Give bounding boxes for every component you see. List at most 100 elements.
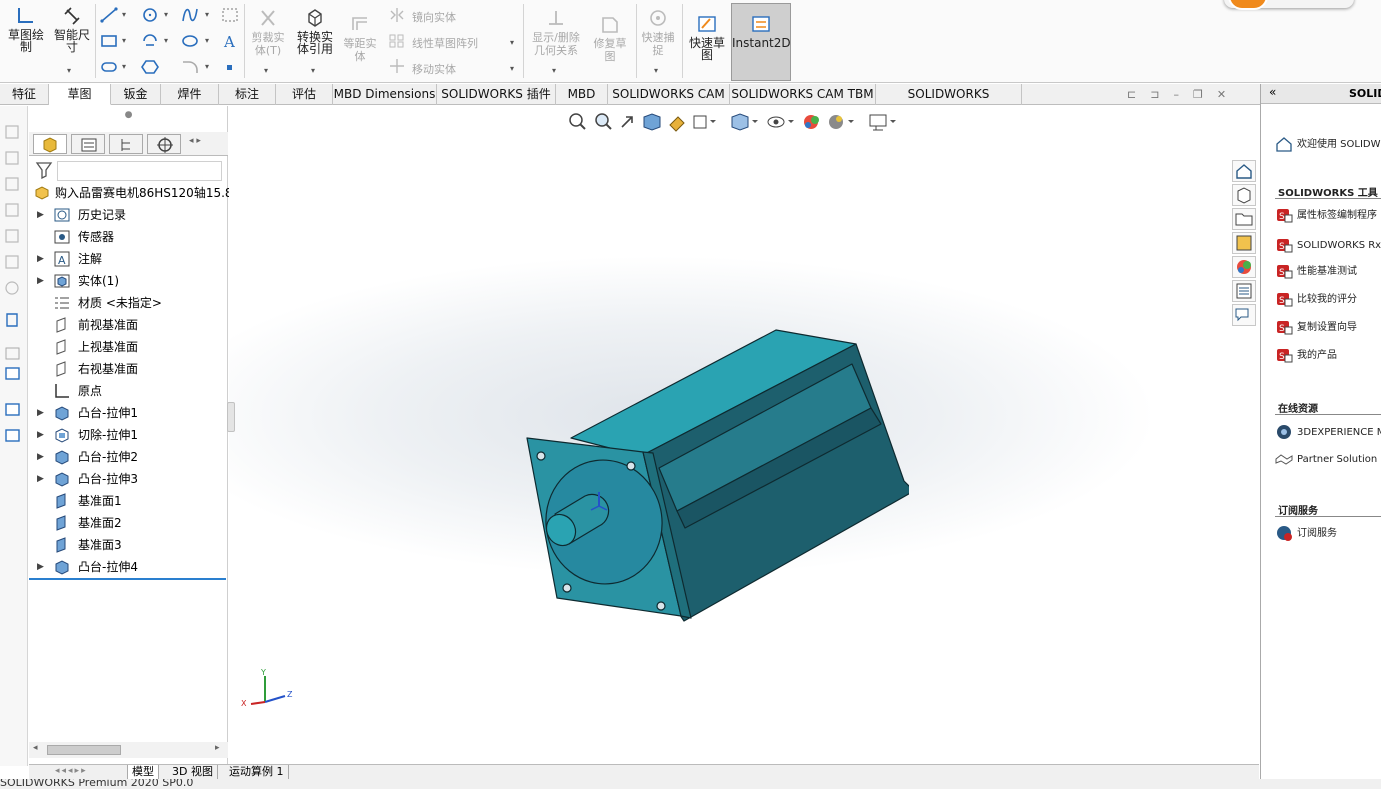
partner-solutions-link[interactable]: Partner Solution <box>1275 451 1377 468</box>
polygon-icon[interactable] <box>141 59 159 75</box>
tab-3d-view[interactable]: 3D 视图 <box>168 765 218 779</box>
tab-sheet-metal[interactable]: 钣金 <box>111 84 161 105</box>
appearances-tab[interactable] <box>1232 256 1256 278</box>
collapse-pane-icon[interactable]: « <box>1269 85 1276 99</box>
point-icon[interactable] <box>221 59 239 75</box>
tree-item[interactable]: ▶ 凸台-拉伸4 <box>29 556 228 578</box>
tree-item[interactable]: ▶ A 注解 <box>29 248 228 270</box>
mirror-label[interactable]: 镜向实体 <box>412 9 456 25</box>
tab-mbd-dimensions[interactable]: MBD Dimensions <box>333 84 437 105</box>
tree-item[interactable]: 原点 <box>29 380 228 402</box>
graphics-area[interactable]: Y Z X <box>227 106 1259 764</box>
tile-right-icon[interactable]: ⊐ <box>1150 88 1159 101</box>
line-icon[interactable] <box>100 7 118 23</box>
close-icon[interactable]: ✕ <box>1217 88 1226 101</box>
tree-item[interactable]: 前视基准面 <box>29 314 228 336</box>
left-toolbar-icons[interactable] <box>4 124 22 344</box>
tree-item[interactable]: 基准面3 <box>29 534 228 556</box>
scroll-thumb[interactable] <box>47 745 121 755</box>
spline-icon[interactable] <box>181 7 199 23</box>
expand-arrow-icon[interactable]: ▶ <box>37 402 44 424</box>
instant2d-button[interactable]: Instant2D <box>731 3 791 81</box>
tab-weldments[interactable]: 焊件 <box>161 84 219 105</box>
expand-arrow-icon[interactable]: ▶ <box>37 248 44 270</box>
smart-dimension-dropdown[interactable]: ▾ <box>67 66 71 75</box>
tree-horizontal-scrollbar[interactable]: ◂ ▸ <box>29 742 228 758</box>
configurationmanager-tab[interactable] <box>109 134 143 154</box>
copy-settings-wizard-link[interactable]: S 复制设置向导 <box>1275 319 1357 336</box>
tile-left-icon[interactable]: ⊏ <box>1127 88 1136 101</box>
text-icon[interactable]: A <box>221 33 239 49</box>
tree-item[interactable]: ▶ 实体(1) <box>29 270 228 292</box>
tab-motion-study[interactable]: 运动算例 1 <box>225 765 289 779</box>
file-explorer-tab[interactable] <box>1232 208 1256 230</box>
smart-dimension-button[interactable]: 智能尺 寸 <box>50 6 94 53</box>
rapid-sketch-button[interactable]: 快速草 图 <box>685 14 729 61</box>
restore-icon[interactable]: ❐ <box>1193 88 1203 101</box>
tab-evaluate[interactable]: 评估 <box>276 84 333 105</box>
expand-arrow-icon[interactable]: ▶ <box>37 424 44 446</box>
tab-solidworks-addins[interactable]: SOLIDWORKS 插件 <box>437 84 556 105</box>
expand-arrow-icon[interactable]: ▶ <box>37 446 44 468</box>
tab-scroll-arrows[interactable]: ◂ ▸ <box>189 136 201 146</box>
quick-snaps-button[interactable]: 快速捕 捉 <box>638 8 678 57</box>
featuremanager-tab[interactable] <box>33 134 67 154</box>
tree-item[interactable]: 材质 <未指定> <box>29 292 228 314</box>
propertymanager-tab[interactable] <box>71 134 105 154</box>
forum-tab[interactable] <box>1232 304 1256 326</box>
my-products-link[interactable]: S 我的产品 <box>1275 347 1337 364</box>
offset-entities-button[interactable]: 等距实 体 <box>340 14 380 63</box>
expand-arrow-icon[interactable]: ▶ <box>37 204 44 226</box>
tab-markup[interactable]: 标注 <box>219 84 276 105</box>
dimxpert-tab[interactable] <box>147 134 181 154</box>
tab-sketch[interactable]: 草图 <box>49 84 111 105</box>
tab-solidworks-cam[interactable]: SOLIDWORKS CAM <box>608 84 730 105</box>
expand-arrow-icon[interactable]: ▶ <box>37 270 44 292</box>
convert-entities-button[interactable]: 转换实 体引用 <box>293 8 337 55</box>
compare-score-link[interactable]: S 比较我的评分 <box>1275 291 1357 308</box>
tree-item[interactable]: 基准面1 <box>29 490 228 512</box>
tab-mbd[interactable]: MBD <box>556 84 608 105</box>
tree-item[interactable]: ▶ 历史记录 <box>29 204 228 226</box>
property-tab-builder-link[interactable]: S 属性标签编制程序 <box>1275 207 1377 224</box>
tab-solidworks-inspection[interactable]: SOLIDWORKS Inspection <box>876 84 1022 121</box>
tree-item[interactable]: 右视基准面 <box>29 358 228 380</box>
move-icon[interactable] <box>388 58 406 74</box>
solidworks-rx-link[interactable]: S SOLIDWORKS Rx <box>1275 237 1381 254</box>
circle-icon[interactable] <box>141 7 159 23</box>
move-label[interactable]: 移动实体 <box>412 61 456 77</box>
trim-entities-button[interactable]: 剪裁实 体(T) <box>248 8 288 57</box>
custom-properties-tab[interactable] <box>1232 280 1256 302</box>
tab-features[interactable]: 特征 <box>0 84 49 105</box>
expand-arrow-icon[interactable]: ▶ <box>37 556 44 578</box>
motor-model[interactable] <box>519 326 909 636</box>
subscription-link[interactable]: 订阅服务 <box>1275 525 1337 542</box>
reference-triad[interactable]: Y Z X <box>239 666 309 716</box>
minimize-icon[interactable]: – <box>1173 88 1179 101</box>
tree-item[interactable]: 基准面2 <box>29 512 228 534</box>
home-tab[interactable] <box>1232 160 1256 182</box>
left-toolbar-icons-2[interactable] <box>4 346 22 446</box>
point-grid-icon[interactable] <box>221 7 239 23</box>
panel-collapse-handle[interactable] <box>227 402 235 432</box>
tree-item[interactable]: 上视基准面 <box>29 336 228 358</box>
fillet-icon[interactable] <box>181 59 199 75</box>
view-palette-tab[interactable] <box>1232 232 1256 254</box>
rollback-bar[interactable] <box>29 578 226 580</box>
tree-item[interactable]: ▶ 切除-拉伸1 <box>29 424 228 446</box>
tab-solidworks-cam-tbm[interactable]: SOLIDWORKS CAM TBM <box>730 84 876 105</box>
panel-grip[interactable]: ● <box>29 110 228 120</box>
repair-sketch-button[interactable]: 修复草 图 <box>588 14 632 63</box>
design-library-tab[interactable] <box>1232 184 1256 206</box>
tab-model[interactable]: 模型 <box>127 765 159 779</box>
ellipse-icon[interactable] <box>181 33 199 49</box>
tree-item[interactable]: ▶ 凸台-拉伸3 <box>29 468 228 490</box>
expand-arrow-icon[interactable]: ▶ <box>37 468 44 490</box>
linear-pattern-label[interactable]: 线性草图阵列 <box>412 35 478 51</box>
welcome-link[interactable]: 欢迎使用 SOLIDW <box>1275 136 1381 153</box>
straight-slot-icon[interactable] <box>100 59 118 75</box>
performance-benchmark-link[interactable]: S 性能基准测试 <box>1275 263 1357 280</box>
tree-item[interactable]: ▶ 凸台-拉伸2 <box>29 446 228 468</box>
slot-icon[interactable] <box>141 33 159 49</box>
tree-root[interactable]: 购入品雷赛电机86HS120轴15.8 <box>29 182 233 204</box>
